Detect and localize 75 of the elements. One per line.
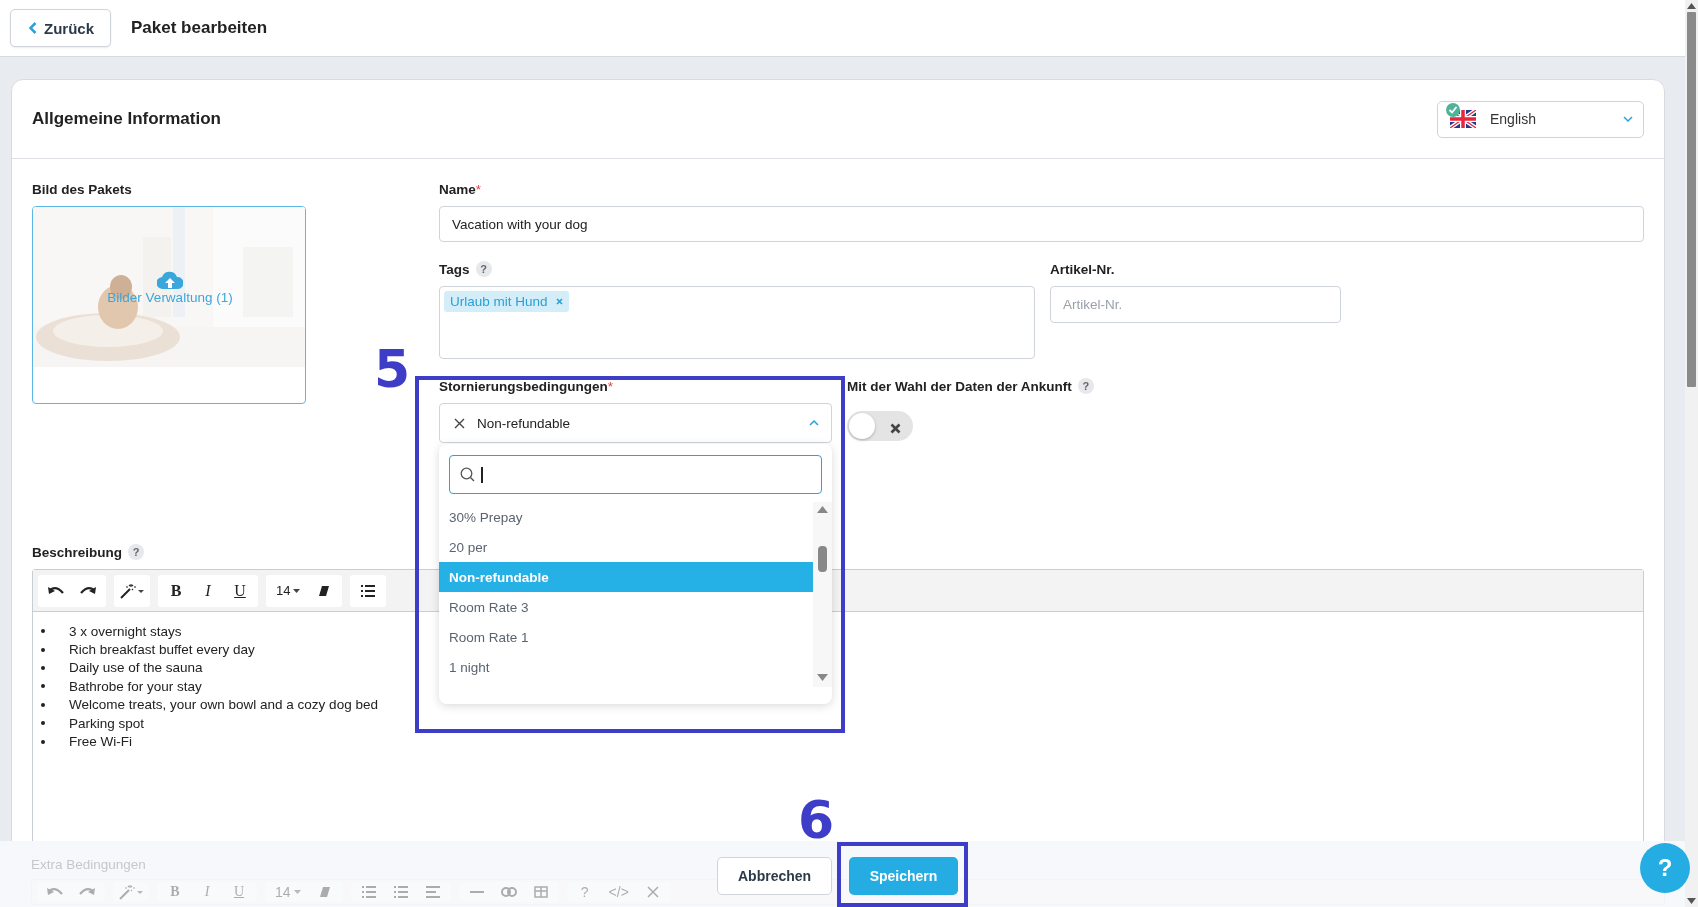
bullet-icon	[41, 647, 45, 652]
cloud-upload-icon	[157, 269, 183, 290]
table-icon	[533, 886, 548, 898]
chevron-down-icon	[1623, 116, 1633, 122]
language-select[interactable]: English	[1437, 100, 1644, 138]
check-badge-icon	[1446, 103, 1460, 117]
search-field[interactable]	[449, 455, 822, 494]
cancellation-select[interactable]: Non-refundable	[439, 403, 832, 443]
toggle-switch[interactable]	[847, 411, 913, 441]
chevron-left-icon	[29, 22, 37, 34]
dropdown-option[interactable]: 1 night	[439, 652, 813, 682]
dropdown-option[interactable]: 20 per	[439, 532, 813, 562]
scroll-down-icon	[1687, 898, 1696, 904]
format-button[interactable]: B	[162, 576, 190, 605]
dropdown-option[interactable]: Room Rate 1	[439, 622, 813, 652]
list-item: Free Wi-Fi	[69, 734, 132, 750]
bullet-icon	[41, 721, 45, 726]
bullet-icon	[41, 629, 45, 634]
step-number: 5	[374, 343, 411, 395]
redo-icon	[80, 584, 96, 597]
step-number: 6	[798, 794, 835, 846]
list-item: 3 x overnight stays	[69, 623, 182, 639]
back-button[interactable]: Zurück	[10, 9, 111, 47]
section-title: Allgemeine Information	[32, 109, 221, 129]
list-item: Daily use of the sauna	[69, 660, 203, 676]
page-title: Paket bearbeiten	[131, 18, 268, 38]
chevron-up-icon	[809, 420, 819, 426]
help-icon[interactable]: ?	[1077, 378, 1094, 394]
tag: Urlaub mit Hund	[444, 291, 569, 312]
align-icon	[425, 886, 440, 898]
undo-icon	[47, 886, 63, 898]
redo-icon	[79, 886, 95, 898]
close-icon	[555, 298, 563, 305]
list-item: Rich breakfast buffet every day	[69, 642, 255, 658]
required-mark: *	[475, 181, 482, 197]
field-label: Artikel-Nr.	[1050, 261, 1115, 277]
dropdown-option[interactable]: 30% Prepay	[439, 502, 813, 532]
close-icon	[890, 423, 901, 434]
image-caption: Bilder Verwaltung (1)	[107, 289, 233, 305]
field-label: Tags	[439, 261, 470, 277]
undo-icon	[48, 584, 64, 597]
magic-wand-icon	[118, 884, 144, 900]
field-label: Mit der Wahl der Daten der Ankunft	[847, 378, 1072, 394]
caret-icon	[293, 588, 301, 593]
minus-icon	[469, 890, 484, 894]
list-item: Bathrobe for your stay	[69, 678, 202, 694]
field-label: Beschreibung	[32, 544, 123, 560]
help-icon[interactable]: ?	[128, 544, 145, 560]
bullet-icon	[41, 739, 45, 744]
eraser-icon	[318, 886, 331, 898]
magic-wand-icon	[119, 582, 145, 599]
caret-icon	[293, 890, 301, 894]
list-icon	[361, 584, 376, 597]
format-button[interactable]: U	[226, 576, 254, 605]
bullet-icon	[41, 665, 45, 670]
scrollbar-thumb[interactable]	[1687, 12, 1696, 387]
list-icon	[361, 886, 376, 898]
list-item: Parking spot	[69, 715, 145, 731]
bullet-icon	[41, 702, 45, 707]
required-mark: *	[607, 378, 613, 394]
field-label: Bild des Pakets	[32, 181, 132, 197]
name-field[interactable]: Vacation with your dog	[439, 206, 1644, 242]
bullet-icon	[41, 684, 45, 689]
list-icon	[393, 886, 408, 898]
help-icon[interactable]: ?	[475, 261, 492, 277]
format-button[interactable]: I	[194, 576, 222, 605]
field-label: Name	[439, 181, 476, 197]
eraser-icon	[318, 584, 331, 597]
cancel-button[interactable]: Abbrechen	[717, 857, 832, 895]
close-icon	[454, 417, 465, 429]
field-label: Stornierungsbedingungen	[439, 378, 608, 394]
list-item: Welcome treats, your own bowl and a cozy dog bed	[69, 697, 378, 713]
search-icon	[460, 467, 475, 482]
link-icon	[500, 887, 517, 897]
scroll-up-icon	[1687, 3, 1696, 9]
